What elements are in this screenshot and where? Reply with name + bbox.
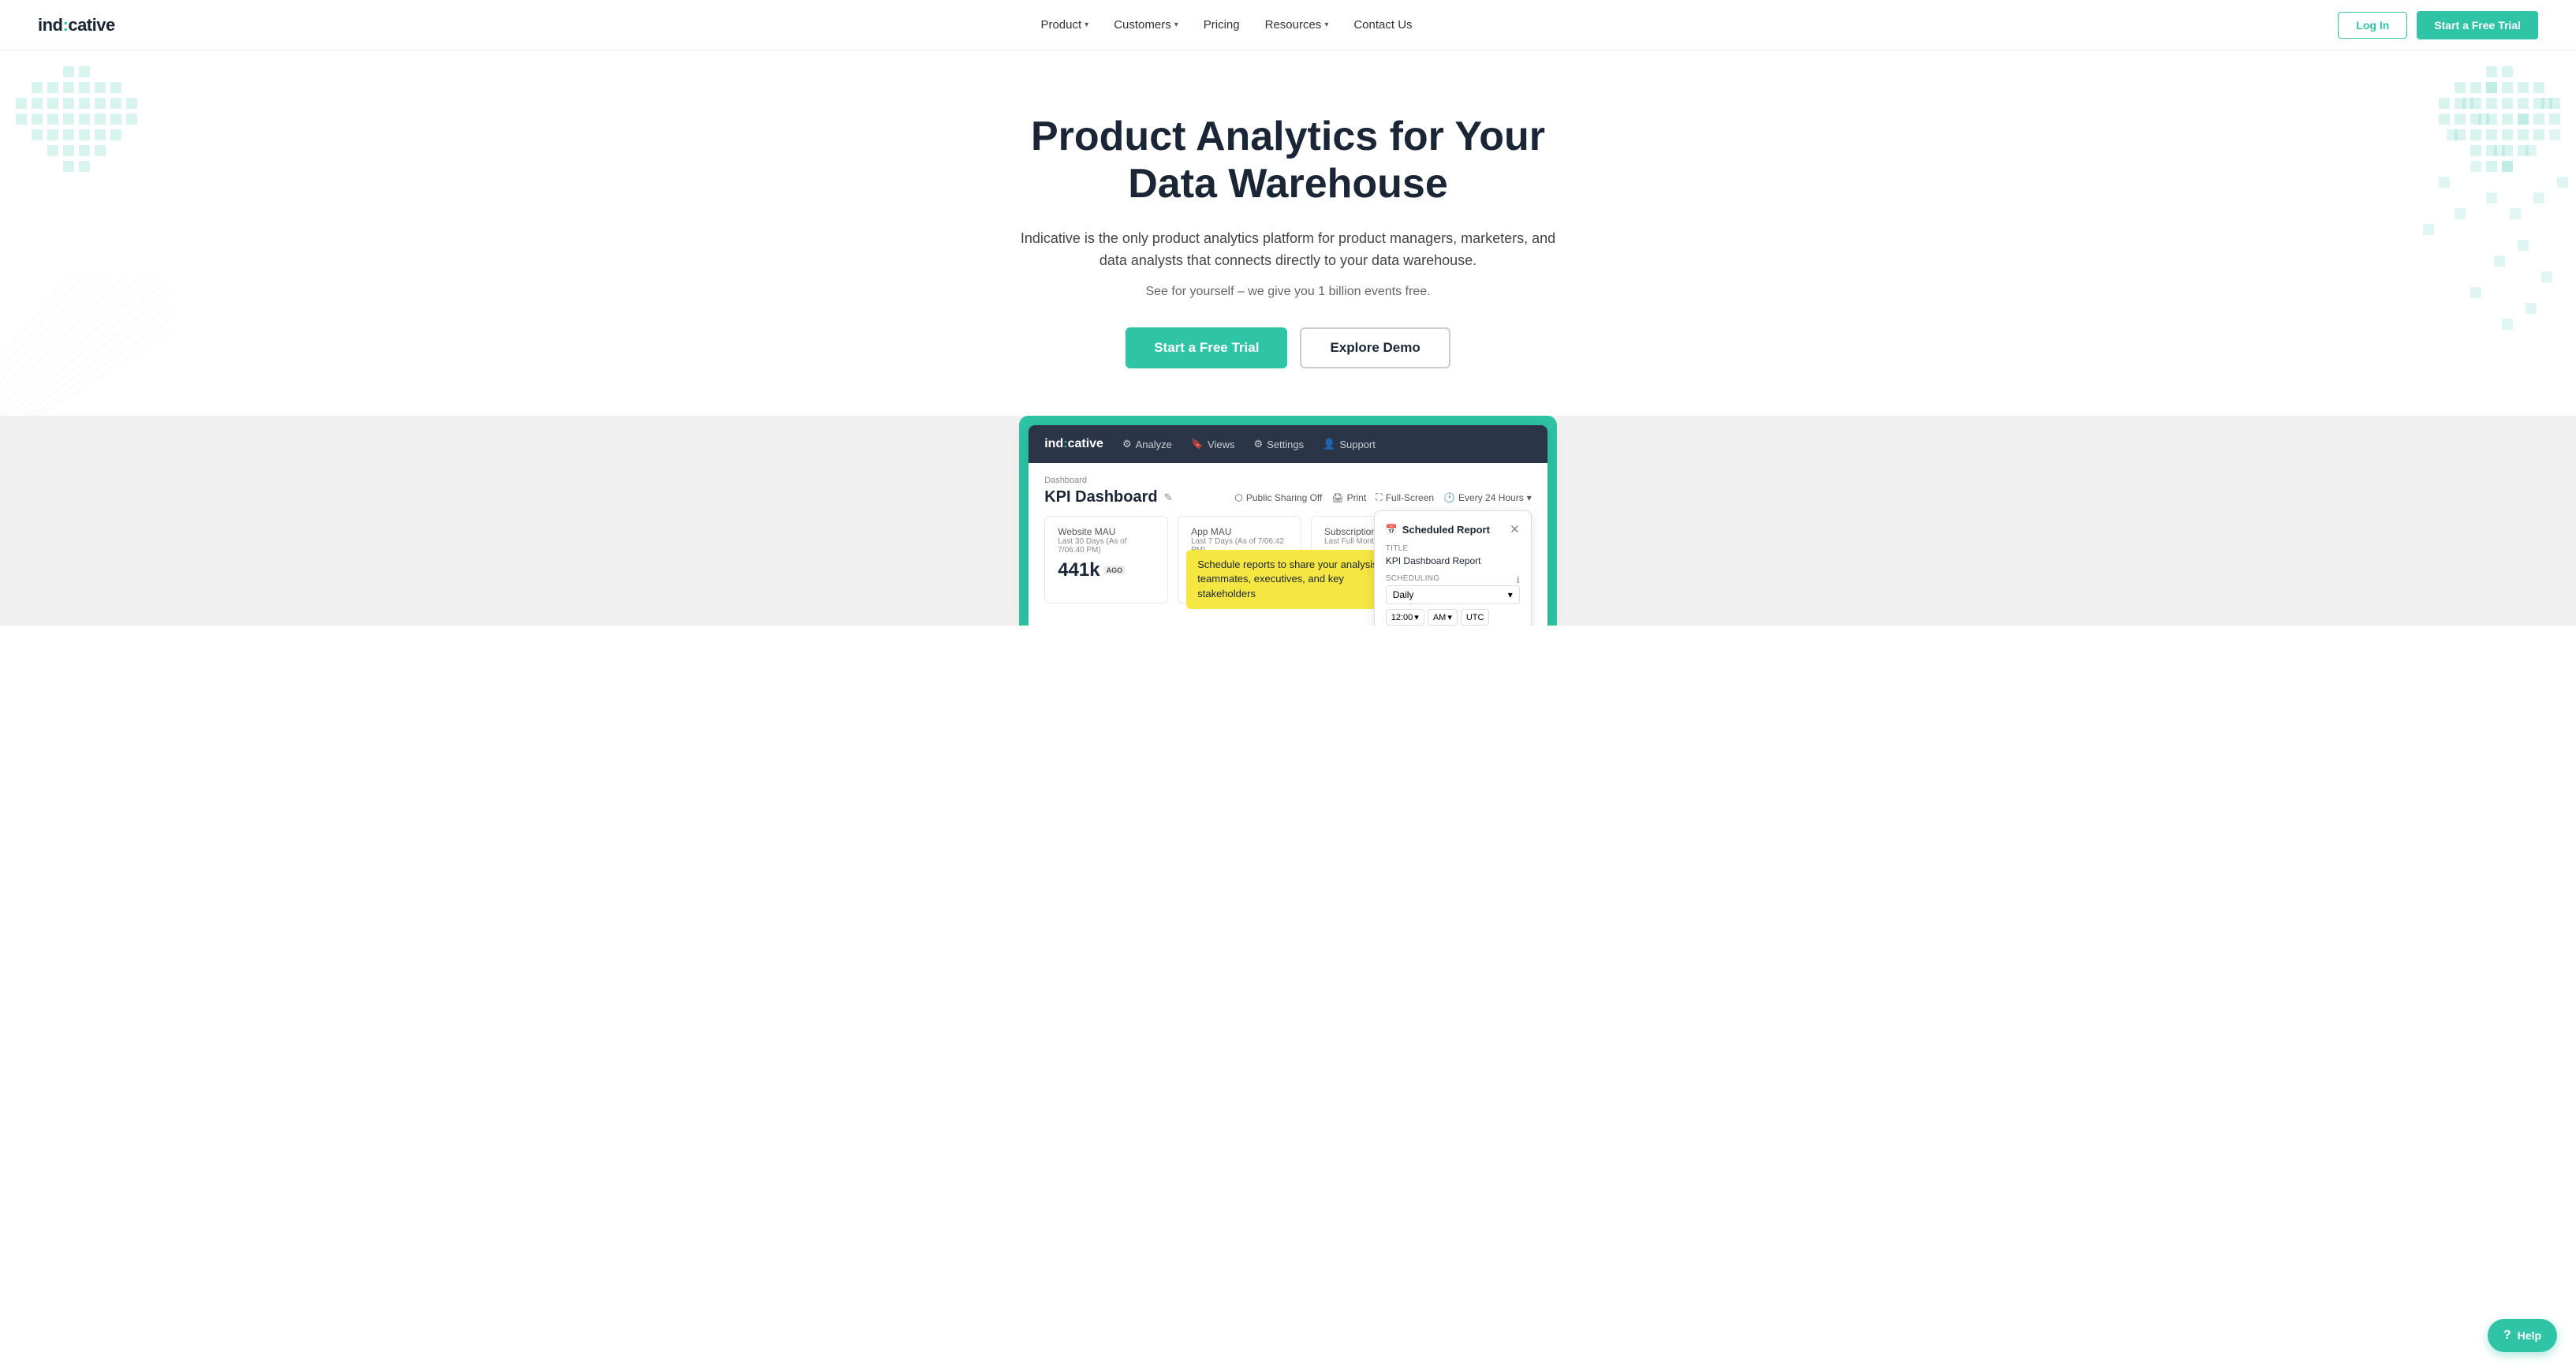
clock-icon: 🕐	[1443, 492, 1455, 503]
nav-pricing[interactable]: Pricing	[1204, 18, 1240, 32]
panel-header: 📅 Scheduled Report ✕	[1386, 522, 1520, 536]
chevron-down-icon: ▾	[1085, 21, 1088, 29]
start-trial-button[interactable]: Start a Free Trial	[1126, 327, 1287, 368]
sharing-toggle[interactable]: ⬡ Public Sharing Off	[1234, 492, 1322, 503]
panel-title-value: KPI Dashboard Report	[1386, 555, 1520, 566]
panel-title: Scheduled Report	[1402, 524, 1490, 536]
nav-actions: Log In Start a Free Trial	[2338, 11, 2538, 39]
settings-icon: ⚙	[1253, 438, 1263, 450]
dashboard-title-row: KPI Dashboard ✎ ⬡ Public Sharing Off 🖨 P…	[1044, 488, 1532, 506]
chevron-down-icon: ▾	[1174, 21, 1178, 29]
refresh-selector[interactable]: 🕐 Every 24 Hours ▾	[1443, 492, 1532, 503]
help-button[interactable]: ? Help	[2488, 1319, 2557, 1352]
support-icon: 👤	[1323, 438, 1335, 450]
dashboard-window: ind:cative ⚙ Analyze 🔖 Views ⚙ Settings …	[1029, 425, 1547, 626]
app-nav-views[interactable]: 🔖 Views	[1191, 438, 1235, 450]
schedule-icon: 📅	[1386, 524, 1398, 535]
chevron-down-icon: ▾	[1527, 492, 1532, 503]
hero-content: Product Analytics for Your Data Warehous…	[16, 114, 2560, 368]
login-button[interactable]: Log In	[2338, 12, 2407, 39]
kpi-sub-website-mau: Last 30 Days (As of 7/06:40 PM)	[1058, 537, 1155, 555]
nav-product[interactable]: Product ▾	[1040, 18, 1088, 32]
panel-title-field: Title KPI Dashboard Report	[1386, 544, 1520, 566]
close-icon[interactable]: ✕	[1510, 522, 1520, 536]
time-hour-selector[interactable]: 12:00 ▾	[1386, 609, 1424, 626]
kpi-label-website-mau: Website MAU	[1058, 526, 1155, 537]
logo[interactable]: ind:cative	[38, 15, 115, 35]
app-nav-settings[interactable]: ⚙ Settings	[1253, 438, 1304, 450]
dashboard-preview-wrapper: ind:cative ⚙ Analyze 🔖 Views ⚙ Settings …	[1019, 416, 1557, 626]
help-icon: ?	[2503, 1328, 2511, 1343]
hero-heading: Product Analytics for Your Data Warehous…	[1012, 114, 1564, 208]
nav-contact[interactable]: Contact Us	[1353, 18, 1412, 32]
breadcrumb: Dashboard	[1044, 476, 1532, 485]
app-nav-analyze[interactable]: ⚙ Analyze	[1122, 438, 1172, 450]
kpi-value-website-mau: 441k AGO	[1058, 559, 1155, 581]
fullscreen-icon: ⛶	[1376, 491, 1382, 503]
edit-icon[interactable]: ✎	[1164, 491, 1173, 504]
panel-title-label: Title	[1386, 544, 1520, 553]
kpi-badge-website-mau: AGO	[1103, 566, 1126, 575]
hero-section: Product Analytics for Your Data Warehous…	[0, 50, 2576, 416]
share-icon: ⬡	[1234, 492, 1242, 503]
print-icon: 🖨	[1331, 492, 1343, 503]
app-logo: ind:cative	[1044, 437, 1103, 451]
info-icon: ℹ	[1517, 575, 1520, 585]
views-icon: 🔖	[1191, 438, 1204, 450]
kpi-card-website-mau: Website MAU Last 30 Days (As of 7/06:40 …	[1044, 516, 1168, 603]
time-ampm-selector[interactable]: AM ▾	[1428, 609, 1458, 626]
nav-customers[interactable]: Customers ▾	[1114, 18, 1178, 32]
fullscreen-button[interactable]: ⛶ Full-Screen	[1376, 491, 1434, 503]
nav-links: Product ▾ Customers ▾ Pricing Resources …	[1040, 18, 1412, 32]
hero-cta-buttons: Start a Free Trial Explore Demo	[16, 327, 2560, 368]
hero-free-events: See for yourself – we give you 1 billion…	[16, 285, 2560, 299]
chevron-down-icon: ▾	[1447, 612, 1452, 622]
dashboard-title-group: KPI Dashboard ✎	[1044, 488, 1172, 506]
chevron-down-icon: ▾	[1324, 21, 1328, 29]
kpi-label-app-mau: App MAU	[1191, 526, 1288, 537]
dashboard-preview-section: ind:cative ⚙ Analyze 🔖 Views ⚙ Settings …	[0, 416, 2576, 626]
dashboard-actions: ⬡ Public Sharing Off 🖨 Print ⛶ Full-Scre…	[1234, 491, 1531, 503]
hero-subtitle: Indicative is the only product analytics…	[1020, 227, 1556, 273]
chevron-down-icon: ▾	[1414, 612, 1419, 622]
dashboard-body: Dashboard KPI Dashboard ✎ ⬡ Public Shari…	[1029, 463, 1547, 626]
explore-demo-button[interactable]: Explore Demo	[1300, 327, 1450, 368]
nav-resources[interactable]: Resources ▾	[1265, 18, 1329, 32]
app-navbar: ind:cative ⚙ Analyze 🔖 Views ⚙ Settings …	[1029, 425, 1547, 463]
chevron-down-icon: ▾	[1508, 589, 1513, 600]
time-selector-row: 12:00 ▾ AM ▾ UTC	[1386, 609, 1520, 626]
analyze-icon: ⚙	[1122, 438, 1132, 450]
dashboard-title: KPI Dashboard	[1044, 488, 1157, 506]
navigation: ind:cative Product ▾ Customers ▾ Pricing…	[0, 0, 2576, 50]
panel-scheduling-label: Scheduling	[1386, 574, 1440, 583]
scheduled-report-panel: 📅 Scheduled Report ✕ Title KPI Dashboard…	[1374, 510, 1532, 626]
app-nav-support[interactable]: 👤 Support	[1323, 438, 1376, 450]
panel-scheduling-field: Scheduling ℹ Daily ▾ 12:00 ▾	[1386, 574, 1520, 626]
timezone-selector[interactable]: UTC	[1461, 609, 1490, 626]
scheduling-dropdown[interactable]: Daily ▾	[1386, 585, 1520, 604]
print-button[interactable]: 🖨 Print	[1331, 492, 1366, 503]
nav-trial-button[interactable]: Start a Free Trial	[2417, 11, 2538, 39]
